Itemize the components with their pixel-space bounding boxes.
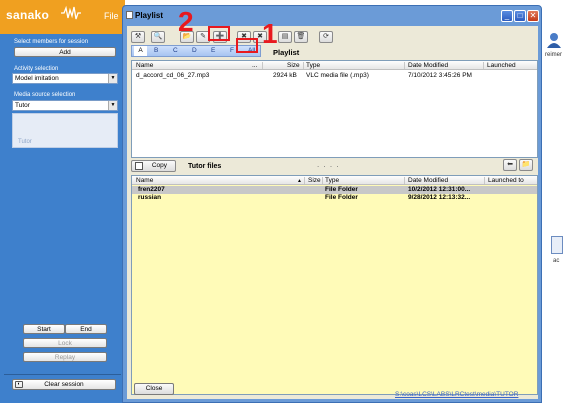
playlist-grid[interactable]: Name ... Size Type Date Modified Launche…	[131, 60, 538, 158]
playlist-label: Playlist	[273, 48, 300, 57]
column-header[interactable]: Launched to	[488, 177, 524, 184]
back-folder-icon[interactable]: ⬅	[503, 159, 517, 171]
column-header[interactable]: Type	[306, 62, 320, 69]
audio-wave-icon	[61, 5, 81, 20]
window-title: Playlist	[135, 11, 164, 20]
properties-icon[interactable]: ▤	[278, 31, 292, 43]
members-label: Select members for session	[14, 39, 89, 45]
minimize-button[interactable]: _	[501, 10, 513, 22]
delete-icon[interactable]: 🗑	[294, 31, 308, 43]
media-source-label: Media source selection	[14, 92, 76, 98]
media-source-list[interactable]: Tutor	[12, 113, 118, 148]
refresh-icon[interactable]: ⟳	[319, 31, 333, 43]
copy-button[interactable]: Copy	[131, 160, 176, 172]
folder-name: fren2207	[138, 186, 165, 193]
annotation-box-1	[236, 38, 258, 53]
media-source-value: Tutor	[15, 102, 30, 109]
clear-session-label: Clear session	[44, 381, 84, 388]
close-window-button[interactable]: ✕	[527, 10, 539, 22]
close-button[interactable]: Close	[134, 383, 174, 395]
browse-folder-icon[interactable]: 📁	[519, 159, 533, 171]
column-separator[interactable]	[322, 177, 323, 184]
media-source-select[interactable]: Tutor ▼	[12, 100, 118, 111]
start-button[interactable]: Start	[23, 324, 65, 334]
folder-type: File Folder	[325, 186, 358, 193]
column-header[interactable]: Date Modified	[408, 177, 448, 184]
window-body: ⚒ 🔍 📂 ✎ ➕ ✖ ✖ ▤ 🗑 ⟳ A B C D E F All Play…	[127, 26, 538, 399]
search-icon[interactable]: 🔍	[151, 31, 165, 43]
column-header[interactable]: Name	[136, 62, 153, 69]
window-icon	[126, 11, 133, 19]
activity-select[interactable]: Model imitation ▼	[12, 73, 118, 84]
file-size: 2924 kB	[273, 72, 297, 79]
file-name: d_accord_cd_06_27.mp3	[136, 72, 210, 79]
tab-b[interactable]: B	[154, 47, 158, 54]
column-separator[interactable]	[303, 62, 304, 69]
grid-header: Name ... Size Type Date Modified Launche…	[132, 61, 537, 70]
document-icon[interactable]	[551, 236, 563, 254]
chevron-down-icon: ▼	[108, 74, 117, 83]
column-separator[interactable]	[483, 62, 484, 69]
desktop-icon-label: reimer	[545, 52, 563, 58]
sanako-logo: sanako	[6, 8, 50, 22]
tutor-files-label: Tutor files	[188, 163, 222, 170]
tab-d[interactable]: D	[192, 47, 197, 54]
folder-name: russian	[138, 194, 162, 201]
maximize-button[interactable]: □	[514, 10, 526, 22]
column-header[interactable]: Size	[287, 62, 300, 69]
tab-c[interactable]: C	[173, 47, 178, 54]
app-header: sanako File	[0, 0, 125, 34]
file-type: VLC media file (.mp3)	[306, 72, 369, 79]
column-header[interactable]: Type	[325, 177, 339, 184]
tab-a[interactable]: A	[134, 46, 147, 56]
column-header[interactable]: Date Modified	[408, 62, 448, 69]
copy-icon	[135, 162, 143, 170]
column-header[interactable]: ...	[252, 62, 257, 69]
column-header[interactable]: Size	[308, 177, 321, 184]
column-separator[interactable]	[484, 177, 485, 184]
activity-value: Model imitation	[15, 75, 59, 82]
media-folder-path[interactable]: S:\coas\LCS\LABS\LRCtest\media\TUTOR	[395, 391, 518, 398]
copy-label: Copy	[151, 162, 167, 169]
table-row[interactable]: d_accord_cd_06_27.mp3 2924 kB VLC media …	[132, 72, 537, 81]
replay-button[interactable]: Replay	[23, 352, 107, 362]
column-separator[interactable]	[404, 62, 405, 69]
column-header[interactable]: Name	[136, 177, 153, 184]
desktop-background: reimer ac	[541, 0, 564, 403]
annotation-number-2: 2	[178, 6, 194, 37]
clear-session-button[interactable]: ◐ Clear session	[12, 379, 116, 390]
media-source-item[interactable]: Tutor	[18, 139, 32, 145]
chevron-down-icon: ▼	[108, 101, 117, 110]
folder-modified: 10/2/2012 12:31:00...	[408, 186, 471, 193]
desktop-icon-label: ac	[553, 258, 560, 264]
file-modified: 7/10/2012 3:45:26 PM	[408, 72, 472, 79]
column-separator[interactable]	[304, 177, 305, 184]
annotation-number-1: 1	[262, 18, 278, 49]
table-row[interactable]: russian File Folder 9/28/2012 12:13:32..…	[132, 194, 537, 202]
add-button[interactable]: Add	[14, 47, 116, 57]
session-panel: Select members for session Add Activity …	[0, 34, 125, 403]
tab-e[interactable]: E	[211, 47, 215, 54]
file-menu[interactable]: File	[104, 11, 119, 21]
column-header[interactable]: Launched	[487, 62, 516, 69]
table-row[interactable]: fren2207 File Folder 10/2/2012 12:31:00.…	[132, 186, 537, 194]
column-separator[interactable]	[404, 177, 405, 184]
grid-header: Name ▲ Size Type Date Modified Launched …	[132, 176, 537, 185]
tools-icon[interactable]: ⚒	[131, 31, 145, 43]
activity-label: Activity selection	[14, 66, 59, 72]
end-button[interactable]: End	[65, 324, 107, 334]
folder-modified: 9/28/2012 12:13:32...	[408, 194, 471, 201]
divider	[4, 374, 121, 375]
splitter-handle[interactable]: . . . .	[317, 160, 340, 169]
microphone-icon: ◐	[15, 381, 23, 388]
user-icon[interactable]	[545, 32, 563, 48]
column-separator[interactable]	[262, 62, 263, 69]
playlist-window: Playlist _ □ ✕ ⚒ 🔍 📂 ✎ ➕ ✖ ✖ ▤ 🗑 ⟳ A B C…	[122, 5, 542, 403]
tab-f[interactable]: F	[230, 47, 234, 54]
folder-type: File Folder	[325, 194, 358, 201]
tutor-files-grid[interactable]: Name ▲ Size Type Date Modified Launched …	[131, 175, 538, 395]
annotation-box-2	[208, 26, 230, 41]
sort-arrow-icon: ▲	[297, 178, 302, 184]
lock-button[interactable]: Lock	[23, 338, 107, 348]
